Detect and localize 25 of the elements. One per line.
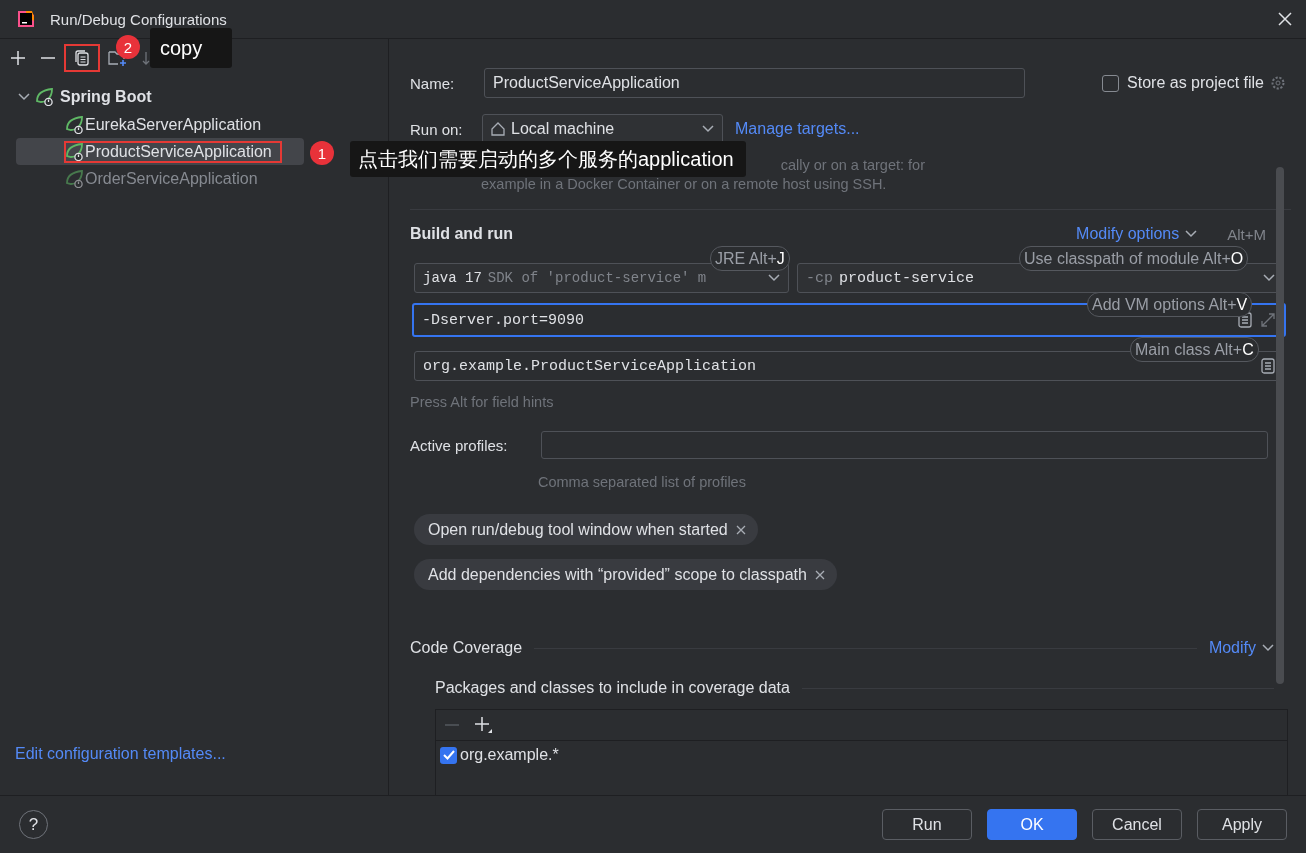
window-title: Run/Debug Configurations	[50, 10, 228, 28]
annotation-tooltip: copy	[150, 28, 232, 68]
profiles-hint: Comma separated list of profiles	[538, 473, 747, 492]
store-label: Store as project file	[1127, 74, 1264, 92]
field-hint: Press Alt for field hints	[410, 393, 555, 412]
section-title: Build and run	[410, 225, 514, 243]
tree-item-label: EurekaServerApplication	[85, 115, 262, 134]
shortcut-tooltip: JRE Alt+J	[710, 246, 790, 271]
shortcut-label: Alt+M	[1227, 225, 1266, 243]
step-number-tooltip: 2	[116, 35, 140, 59]
tree-item-label: ProductServiceApplication	[85, 142, 272, 161]
section-subtitle: Packages and classes to include in coverage data	[435, 679, 790, 697]
profiles-label: Active profiles:	[410, 436, 509, 454]
run-on-hint: cally or on a target: for	[780, 156, 925, 175]
run-on-hint: example in a Docker Container or on a remote host using SSH.	[481, 175, 887, 194]
annotation-tooltip: 点击我们需要启动的多个服务的application	[350, 141, 746, 177]
tree-item-label: OrderServiceApplication	[85, 169, 258, 188]
shortcut-tooltip: Use classpath of module Alt+O	[1019, 246, 1249, 271]
package-label: org.example.*	[460, 746, 559, 764]
shortcut-tooltip: Add VM options Alt+V	[1087, 292, 1253, 317]
name-label: Name:	[410, 74, 456, 92]
shortcut-tooltip: Main class Alt+C	[1130, 337, 1259, 362]
run-on-label: Run on:	[410, 120, 464, 138]
section-title: Code Coverage	[410, 639, 523, 657]
step-number-tooltip: 1	[310, 141, 334, 165]
